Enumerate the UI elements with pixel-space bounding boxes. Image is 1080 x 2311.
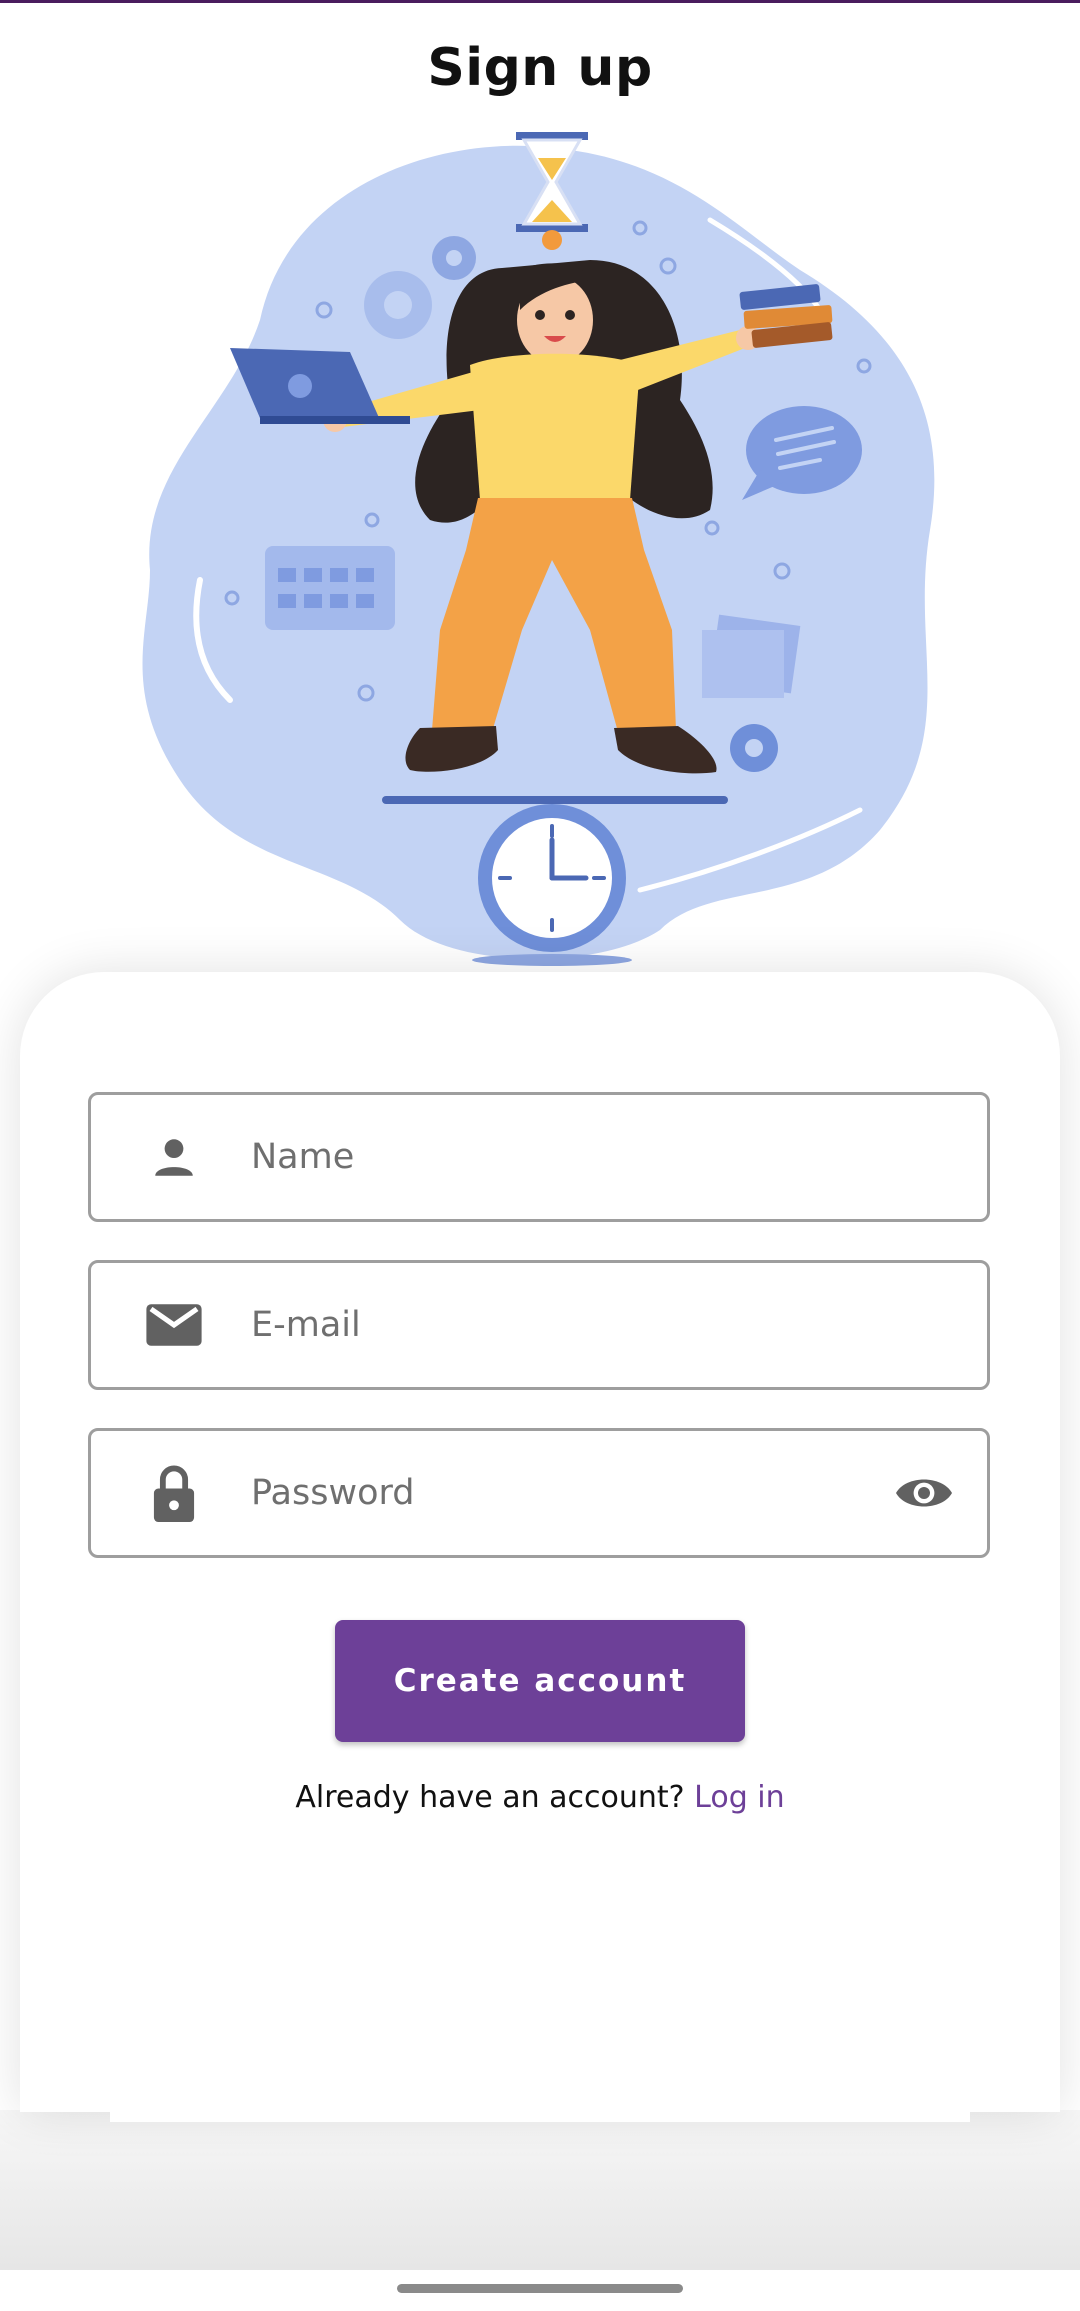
page-title: Sign up [427, 38, 653, 98]
person-icon [143, 1126, 205, 1188]
top-accent-line [0, 0, 1080, 3]
signup-card: Name E-mail Password Create account Alre… [20, 972, 1060, 2112]
create-account-button[interactable]: Create account [335, 1620, 745, 1742]
login-prompt-text: Already have an account? [295, 1780, 685, 1815]
signup-illustration [142, 132, 935, 966]
bottom-shadow [0, 2110, 1080, 2270]
card-bottom-edge [110, 2112, 970, 2122]
lock-icon [143, 1462, 205, 1524]
mail-icon [143, 1294, 205, 1356]
password-input[interactable]: Password [251, 1473, 891, 1513]
eye-icon[interactable] [891, 1460, 957, 1526]
email-input[interactable]: E-mail [251, 1305, 987, 1345]
login-link[interactable]: Log in [694, 1780, 784, 1815]
login-prompt: Already have an account? Log in [20, 1780, 1060, 1815]
name-input[interactable]: Name [251, 1137, 987, 1177]
email-field[interactable]: E-mail [88, 1260, 990, 1390]
name-field[interactable]: Name [88, 1092, 990, 1222]
password-field[interactable]: Password [88, 1428, 990, 1558]
home-indicator[interactable] [397, 2284, 683, 2293]
